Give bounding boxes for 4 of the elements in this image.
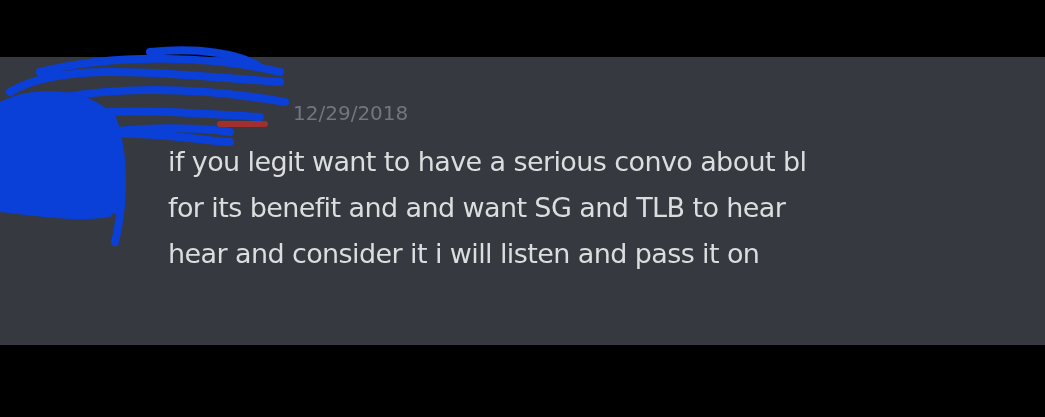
timestamp: 12/29/2018 xyxy=(293,101,410,127)
message-line: hear and consider it i will listen and pass it on xyxy=(168,237,761,271)
message-line: if you legit want to have a serious convo about bl xyxy=(168,145,808,179)
message-line: for its benefit and and want SG and TLB to hear xyxy=(168,191,787,225)
